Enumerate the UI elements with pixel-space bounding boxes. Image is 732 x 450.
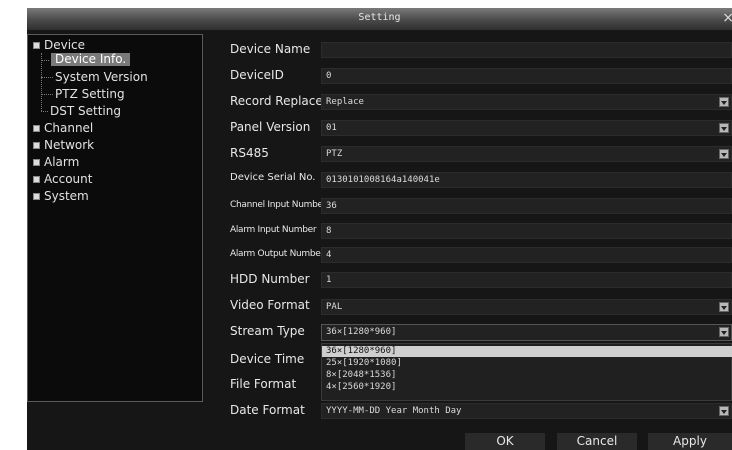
dropdown-arrow-icon[interactable] <box>719 406 729 416</box>
dropdown-arrow-icon[interactable] <box>719 149 729 159</box>
date-format-value: YYYY-MM-DD Year Month Day <box>326 406 462 416</box>
tree-item-device[interactable]: Device <box>44 39 85 52</box>
channel-input-value: 36 <box>326 201 337 211</box>
serial-value: 0130101008164a140041e <box>326 175 440 185</box>
rs485-label: RS485 <box>230 146 269 160</box>
alarm-input-label: Alarm Input Number <box>230 225 317 235</box>
video-format-value: PAL <box>326 302 343 312</box>
expand-icon[interactable] <box>33 125 40 132</box>
dropdown-arrow-icon[interactable] <box>719 302 729 312</box>
dropdown-arrow-icon[interactable] <box>719 327 729 337</box>
dropdown-arrow-icon[interactable] <box>719 97 729 107</box>
setting-window: Setting × Device Device Info. System Ver… <box>27 8 732 450</box>
alarm-output-input[interactable]: 4 <box>321 247 732 263</box>
channel-input-input[interactable]: 36 <box>321 198 732 214</box>
rs485-value: PTZ <box>326 149 343 159</box>
cancel-button[interactable]: Cancel <box>557 433 637 450</box>
hdd-value: 1 <box>326 275 332 285</box>
tree-item-system[interactable]: System <box>44 190 89 203</box>
panel-version-label: Panel Version <box>230 120 311 134</box>
window-title: Setting <box>358 12 401 23</box>
device-name-input[interactable] <box>321 42 732 58</box>
serial-input[interactable]: 0130101008164a140041e <box>321 172 732 188</box>
expand-icon[interactable] <box>33 142 40 149</box>
date-format-label: Date Format <box>230 403 305 417</box>
expand-icon[interactable] <box>33 159 40 166</box>
tree-connector <box>41 77 53 78</box>
device-id-label: DeviceID <box>230 68 284 82</box>
tree-connector <box>41 53 42 111</box>
record-replace-value: Replace <box>326 97 364 107</box>
tree-item-ptz-setting[interactable]: PTZ Setting <box>55 88 125 101</box>
stream-type-select[interactable]: 36×[1280*960] <box>321 324 732 341</box>
stream-type-dropdown-list: 36×[1280*960] 25×[1920*1080] 8×[2048*153… <box>321 343 732 401</box>
stream-option[interactable]: 4×[2560*1920] <box>322 382 396 393</box>
ok-button[interactable]: OK <box>465 433 545 450</box>
close-icon[interactable]: × <box>722 11 732 25</box>
expand-icon[interactable] <box>33 42 40 49</box>
device-id-value: 0 <box>326 71 332 81</box>
tree-item-account[interactable]: Account <box>44 173 92 186</box>
stream-option[interactable]: 36×[1280*960] <box>322 346 732 357</box>
video-format-select[interactable]: PAL <box>321 299 732 315</box>
channel-input-label: Channel Input Number <box>230 200 327 210</box>
alarm-output-label: Alarm Output Number <box>230 249 324 259</box>
tree-connector <box>41 94 53 95</box>
tree-item-device-info[interactable]: Device Info. <box>51 53 131 66</box>
settings-tree: Device Device Info. System Version PTZ S… <box>27 34 203 402</box>
alarm-input-input[interactable]: 8 <box>321 223 732 239</box>
tree-item-dst-setting[interactable]: DST Setting <box>50 105 121 118</box>
panel-version-select[interactable]: 01 <box>321 120 732 136</box>
title-bar[interactable]: Setting × <box>27 8 732 30</box>
tree-connector <box>41 60 49 61</box>
panel-version-value: 01 <box>326 123 337 133</box>
device-time-label: Device Time <box>230 352 305 366</box>
tree-connector <box>41 111 48 112</box>
expand-icon[interactable] <box>33 193 40 200</box>
date-format-select[interactable]: YYYY-MM-DD Year Month Day <box>321 403 732 419</box>
stream-option[interactable]: 8×[2048*1536] <box>322 370 396 381</box>
device-id-input[interactable]: 0 <box>321 68 732 84</box>
tree-item-channel[interactable]: Channel <box>44 122 93 135</box>
record-replace-select[interactable]: Replace <box>321 94 732 110</box>
hdd-label: HDD Number <box>230 272 310 286</box>
record-replace-label: Record Replace <box>230 94 323 108</box>
video-format-label: Video Format <box>230 298 310 312</box>
dropdown-arrow-icon[interactable] <box>719 123 729 133</box>
alarm-output-value: 4 <box>326 250 332 260</box>
serial-label: Device Serial No. <box>230 172 316 183</box>
tree-item-system-version[interactable]: System Version <box>55 71 148 84</box>
apply-button[interactable]: Apply <box>648 433 732 450</box>
rs485-select[interactable]: PTZ <box>321 146 732 162</box>
stream-type-value: 36×[1280*960] <box>326 327 397 337</box>
expand-icon[interactable] <box>33 176 40 183</box>
device-name-label: Device Name <box>230 42 311 56</box>
tree-item-alarm[interactable]: Alarm <box>44 156 79 169</box>
alarm-input-value: 8 <box>326 226 332 236</box>
stream-type-label: Stream Type <box>230 324 305 338</box>
stream-option[interactable]: 25×[1920*1080] <box>322 358 402 369</box>
hdd-input[interactable]: 1 <box>321 272 732 288</box>
file-format-label: File Format <box>230 377 297 391</box>
tree-item-network[interactable]: Network <box>44 139 94 152</box>
